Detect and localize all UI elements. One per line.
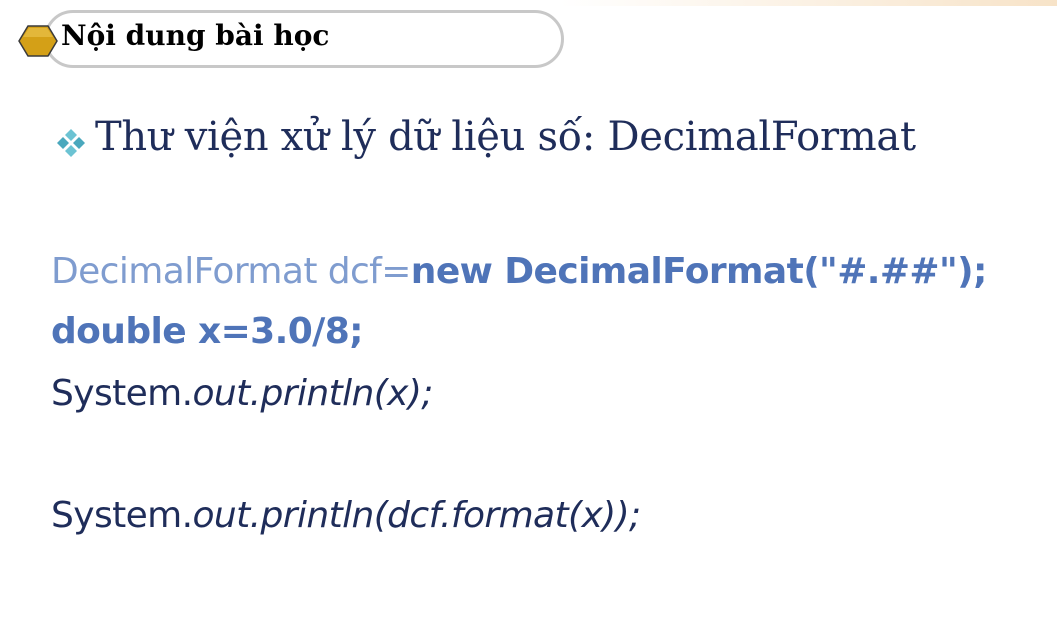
top-decor-strip (560, 0, 1057, 6)
code-line-1-bold: new DecimalFormat("#.##"); (410, 251, 988, 292)
four-diamond-bullet-icon (57, 129, 85, 157)
code-line-2-text: double x=3.0/8; (51, 311, 364, 352)
code-line-1: DecimalFormat dcf=new DecimalFormat("#.#… (51, 251, 987, 292)
code-line-1-plain: DecimalFormat dcf= (51, 251, 411, 292)
code-line-2: double x=3.0/8; (51, 311, 364, 352)
code-line-3: System.out.println(x); (51, 373, 433, 414)
code-line-3-italic: out.println(x); (192, 373, 434, 414)
header-title: Nội dung bài học (61, 19, 330, 52)
hexagon-icon (18, 25, 58, 57)
slide-heading: Thư viện xử lý dữ liệu số: DecimalFormat (95, 114, 916, 160)
code-line-4-pre: System. (51, 495, 193, 536)
code-line-4: System.out.println(dcf.format(x)); (51, 495, 641, 536)
code-line-4-italic: out.println(dcf.format(x)); (192, 495, 642, 536)
code-line-3-pre: System. (51, 373, 193, 414)
slide: Nội dung bài học Thư viện xử lý dữ liệu … (0, 0, 1057, 620)
